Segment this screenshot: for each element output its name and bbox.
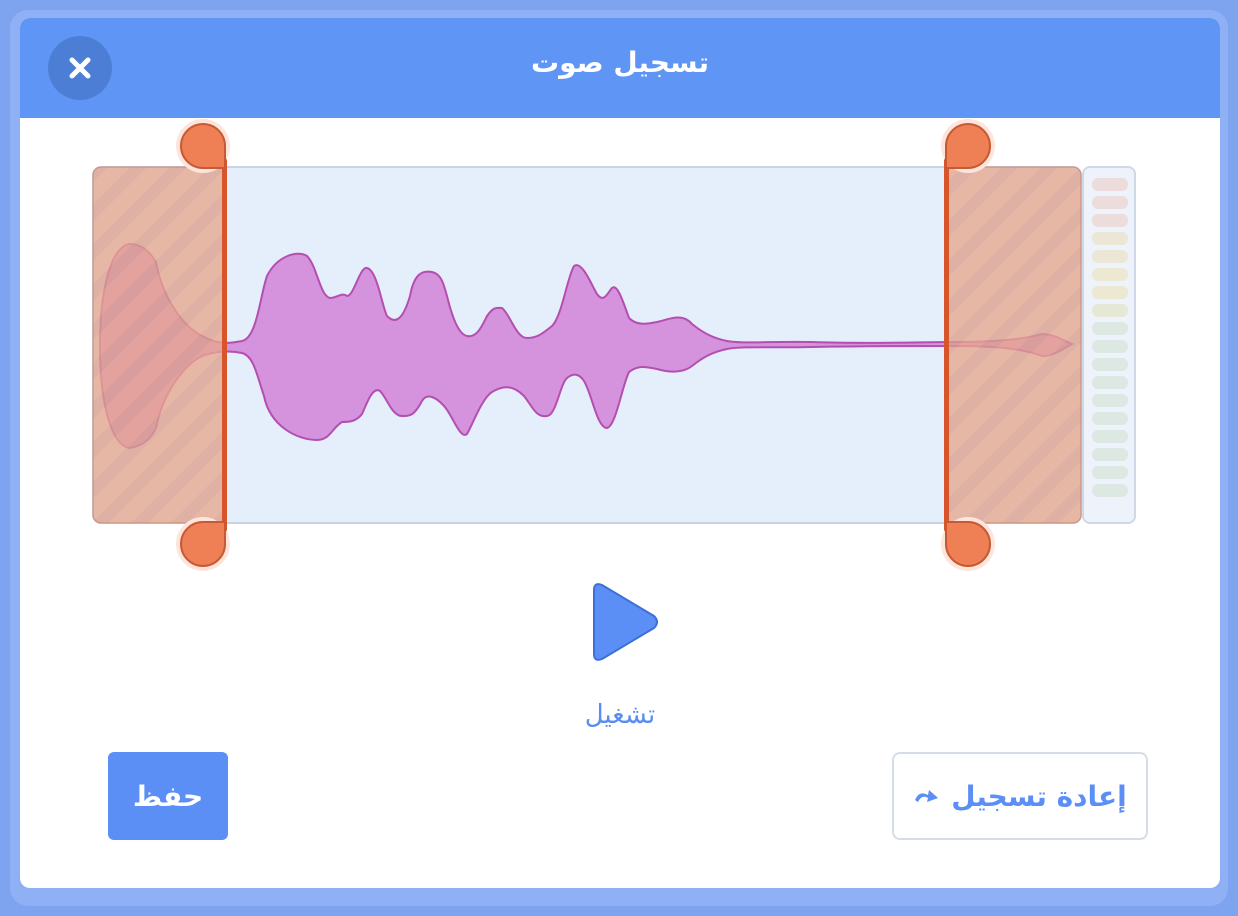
meter-segment bbox=[1092, 412, 1128, 425]
volume-meter bbox=[1082, 166, 1136, 524]
meter-segment bbox=[1092, 484, 1128, 497]
play-label: تشغيل bbox=[584, 700, 656, 730]
dialog-header: تسجيل صوت bbox=[20, 18, 1220, 118]
save-button[interactable]: حفظ bbox=[108, 752, 228, 840]
meter-segment bbox=[1092, 250, 1128, 263]
trim-left-line bbox=[222, 148, 227, 542]
meter-segment bbox=[1092, 466, 1128, 479]
trim-right-region bbox=[945, 166, 1082, 524]
trim-right-top-handle[interactable] bbox=[941, 119, 995, 173]
meter-segment bbox=[1092, 178, 1128, 191]
meter-segment bbox=[1092, 430, 1128, 443]
meter-segment bbox=[1092, 304, 1128, 317]
redo-arrow-icon bbox=[915, 790, 939, 802]
meter-segment bbox=[1092, 232, 1128, 245]
trim-right-bottom-handle[interactable] bbox=[941, 517, 995, 571]
play-triangle-icon bbox=[593, 583, 658, 661]
trim-left-bottom-handle[interactable] bbox=[176, 517, 230, 571]
rerecord-button[interactable]: إعادة تسجيل bbox=[892, 752, 1148, 840]
play-button[interactable] bbox=[588, 580, 664, 664]
dialog-title: تسجيل صوت bbox=[530, 46, 710, 79]
meter-segment bbox=[1092, 376, 1128, 389]
meter-segment bbox=[1092, 340, 1128, 353]
rerecord-button-label: إعادة تسجيل bbox=[951, 779, 1127, 813]
meter-segment bbox=[1092, 286, 1128, 299]
save-button-label: حفظ bbox=[132, 779, 204, 813]
meter-segment bbox=[1092, 322, 1128, 335]
meter-segment bbox=[1092, 358, 1128, 371]
meter-segment bbox=[1092, 196, 1128, 209]
meter-segment bbox=[1092, 268, 1128, 281]
trim-left-region bbox=[92, 166, 226, 524]
waveform-editor[interactable] bbox=[92, 119, 1082, 571]
meter-segment bbox=[1092, 448, 1128, 461]
volume-meter-bars bbox=[1092, 178, 1128, 502]
trim-left-top-handle[interactable] bbox=[176, 119, 230, 173]
trim-right-line bbox=[944, 148, 949, 542]
meter-segment bbox=[1092, 214, 1128, 227]
meter-segment bbox=[1092, 394, 1128, 407]
record-sound-dialog: تسجيل صوت تشغيل حفظ إعادة تسجيل bbox=[20, 18, 1220, 888]
